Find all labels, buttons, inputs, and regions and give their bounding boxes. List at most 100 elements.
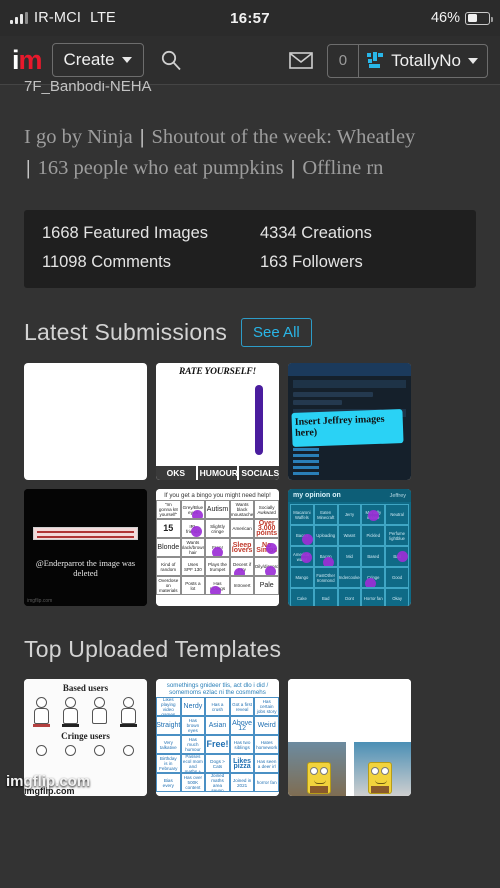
latest-submissions-grid: RATE YOURSELF! OKS HUMOUR SOCIALSK Inser… bbox=[0, 347, 500, 606]
opinion-cell: Eaten Minecraft bbox=[313, 504, 338, 525]
purple-mark-dot bbox=[397, 551, 408, 562]
opinion-cell: Macaroni Waffels bbox=[290, 504, 314, 525]
list-item[interactable]: RATE YOURSELF! OKS HUMOUR SOCIALSK bbox=[156, 363, 279, 480]
bingo-cell: Likes playing video games bbox=[156, 697, 181, 716]
bingo-cell: Posts a lot bbox=[180, 576, 206, 595]
bingo-cell: Sleep lovers bbox=[229, 538, 255, 557]
user-avatar-icon bbox=[367, 52, 384, 69]
bingo-cell: Over 3,000 points bbox=[254, 519, 279, 538]
bio-part-0: I go by Ninja bbox=[24, 126, 133, 148]
bingo-cell: Hates homework bbox=[254, 735, 279, 754]
stat-followers: 163 Followers bbox=[260, 253, 363, 271]
profile-stats-box: 1668 Featured Images 4334 Creations 1109… bbox=[24, 210, 476, 288]
bingo-cell: Grey/Blue eyes bbox=[180, 500, 206, 519]
bingo-cell: American bbox=[229, 519, 255, 538]
top-templates-header: Top Uploaded Templates bbox=[0, 606, 500, 663]
opinion-cell: Mango bbox=[290, 567, 314, 588]
based-figures-row bbox=[24, 693, 147, 727]
bingo-cell: Has siblings bbox=[205, 576, 230, 595]
bingo-cell: Very talkative bbox=[156, 735, 181, 754]
opinion-cell: Based bbox=[361, 546, 386, 567]
footer-label: OKS bbox=[156, 466, 196, 480]
user-menu[interactable]: 0 TotallyNo bbox=[326, 43, 488, 78]
bingo-cell: Decent if I try bbox=[229, 557, 255, 576]
watermark: imgflip.com bbox=[27, 598, 53, 604]
notification-count[interactable]: 0 bbox=[328, 44, 360, 77]
bingo-cell: Nerdy bbox=[180, 697, 206, 716]
battery-percent-label: 46% bbox=[430, 10, 460, 26]
user-menu-trigger[interactable]: TotallyNo bbox=[359, 45, 487, 77]
handwritten-annotation: Insert Jeffrey images here) bbox=[291, 409, 404, 447]
bingo-cell: Has certain jobs story bbox=[254, 697, 279, 716]
meme-caption: @Enderparrot the image was deleted bbox=[35, 558, 136, 578]
bio-part-3: Offline rn bbox=[302, 157, 384, 179]
opinion-cell: Bacon bbox=[313, 546, 338, 567]
opinion-cell: Mentally insane bbox=[361, 504, 386, 525]
bingo-cell: Overdose on materials bbox=[156, 576, 181, 595]
bingo-cell: Wants black/brown hair bbox=[180, 538, 206, 557]
section-title: Latest Submissions bbox=[24, 319, 228, 345]
bingo-cell: Passes ecol mom and maths + bbox=[180, 754, 206, 773]
list-item[interactable]: @Enderparrot the image was deleted imgfl… bbox=[24, 489, 147, 606]
bingo-cell: Oily/discord bbox=[254, 557, 279, 576]
bingo-header: somethings gnideer tlis, act dlo i did /… bbox=[166, 682, 269, 696]
opinion-grid: Macaroni WaffelsEaten MinecraftJerryMent… bbox=[288, 502, 411, 606]
see-all-button[interactable]: See All bbox=[241, 318, 312, 347]
opinion-cell: Okay bbox=[385, 588, 409, 606]
clock-label: 16:57 bbox=[230, 9, 270, 27]
chevron-down-icon bbox=[468, 57, 478, 64]
opinion-cell: Cake bbox=[290, 588, 314, 606]
purple-mark-dot bbox=[302, 534, 313, 545]
list-item[interactable]: my opinion on Jeffrey Macaroni Waffels Ea… bbox=[288, 489, 411, 606]
bingo-cell: Has much humour bbox=[180, 735, 206, 754]
bingo-cell: Got a first reveal bbox=[229, 697, 255, 716]
spongebob-panel-right bbox=[349, 679, 411, 796]
bingo-cell: Dogs > Cats bbox=[205, 754, 230, 773]
bingo-cell: Straight bbox=[156, 716, 181, 735]
latest-submissions-header: Latest Submissions See All bbox=[0, 288, 500, 347]
opinion-cell: Cringe bbox=[361, 567, 386, 588]
search-icon[interactable] bbox=[160, 49, 182, 71]
imgflip-logo[interactable]: im bbox=[12, 44, 43, 75]
opinion-cell: Neutral bbox=[385, 504, 409, 525]
footer-label: SOCIALSK bbox=[239, 466, 279, 480]
bingo-grid: "Im gonna k8 yourself"Grey/Blue eyesAuti… bbox=[156, 500, 279, 595]
opinion-cell: Perfume lightblue bbox=[385, 525, 409, 546]
bingo-cell: Has brown eyes bbox=[180, 716, 206, 735]
bingo-cell: Socially Awkward bbox=[254, 500, 279, 519]
mail-icon[interactable] bbox=[288, 52, 313, 69]
footer-label: HUMOUR bbox=[197, 466, 238, 480]
bingo-cell: Kind of random bbox=[156, 557, 181, 576]
opinion-cell: Uploading bbox=[313, 525, 338, 546]
opinion-cell: Horror fan bbox=[361, 588, 386, 606]
bingo-cell: Joined maths area seven bbox=[205, 773, 230, 792]
bingo-cell: horror fan bbox=[254, 773, 279, 792]
bingo-cell: Has over 500K content bbox=[180, 773, 206, 792]
bio-separator: | bbox=[139, 126, 145, 148]
bingo-cell: Free! bbox=[205, 735, 230, 754]
list-item[interactable] bbox=[288, 679, 411, 796]
stat-featured-images: 1668 Featured Images bbox=[42, 224, 209, 242]
stat-creations: 4334 Creations bbox=[260, 224, 372, 242]
bio-separator: | bbox=[290, 157, 296, 179]
site-navbar: im Create 0 TotallyNo bbox=[0, 36, 500, 85]
purple-mark-dot bbox=[210, 586, 222, 594]
logo-letter-m: m bbox=[18, 44, 43, 75]
list-item[interactable]: Insert Jeffrey images here) bbox=[288, 363, 411, 480]
bingo-cell: Blonde bbox=[156, 538, 181, 557]
bingo-cell: Asian bbox=[205, 716, 230, 735]
bingo-cell: Pale bbox=[254, 576, 279, 595]
bingo-cell: Above 12 bbox=[229, 716, 255, 735]
list-item[interactable] bbox=[24, 363, 147, 480]
bingo-cell: "Im gonna k8 yourself" bbox=[156, 500, 181, 519]
status-bar: IR-MCI LTE 16:57 46% bbox=[0, 0, 500, 36]
bingo-cell: 15 bbox=[156, 519, 181, 538]
list-item[interactable]: somethings gnideer tlis, act dlo i did /… bbox=[156, 679, 279, 796]
bingo-cell: Autism bbox=[205, 500, 230, 519]
meme-footer-labels: OKS HUMOUR SOCIALSK bbox=[156, 466, 279, 480]
list-item[interactable]: If you get a bingo you might need help! … bbox=[156, 489, 279, 606]
create-button[interactable]: Create bbox=[51, 43, 144, 77]
opinion-cell: Dont bbox=[337, 588, 362, 606]
stat-comments: 11098 Comments bbox=[42, 253, 172, 271]
bingo-cell: Has seen a deer irl bbox=[254, 754, 279, 773]
